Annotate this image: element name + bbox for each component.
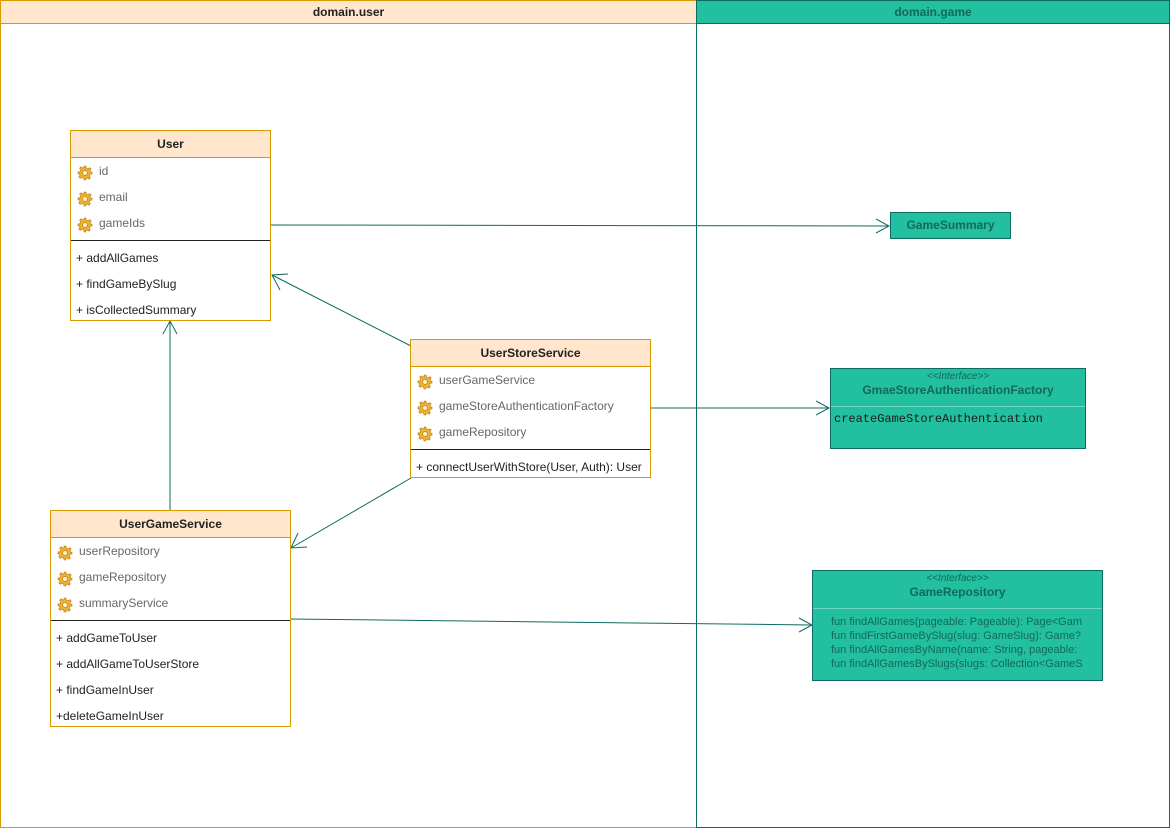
attribute-row: userRepository <box>51 538 290 564</box>
gear-icon <box>417 399 433 416</box>
operation-row: + addAllGameToUserStore <box>56 657 200 671</box>
operation-row: + addGameToUser <box>56 631 158 645</box>
attribute-row: gameStoreAuthenticationFactory <box>411 393 650 419</box>
class-title: GameSummary <box>906 218 995 232</box>
stereotype-label: <<Interface>> <box>926 371 990 382</box>
class-divider <box>411 449 650 450</box>
gear-icon <box>57 570 73 587</box>
class-divider <box>51 620 290 621</box>
class-title: User <box>71 131 270 158</box>
arrow-userstore-to-usergame <box>290 477 412 549</box>
interface-method: fun findAllGames(pageable: Pageable): Pa… <box>831 616 1083 628</box>
operation-row: + findGameBySlug <box>76 277 177 291</box>
interface-auth-factory[interactable]: <<Interface>> GmaeStoreAuthenticationFac… <box>830 368 1086 449</box>
attribute-row: summaryService <box>51 590 290 616</box>
operation-row: + findGameInUser <box>56 683 154 697</box>
interface-game-repository[interactable]: <<Interface>> GameRepository fun findAll… <box>812 570 1103 681</box>
class-user-game-service[interactable]: UserGameService userRepository gameRepos… <box>50 510 291 727</box>
operation-row: + isCollectedSummary <box>76 303 197 317</box>
interface-methods: fun findAllGames(pageable: Pageable): Pa… <box>813 609 1102 671</box>
stereotype-label: <<Interface>> <box>926 573 989 584</box>
gear-icon <box>57 544 73 561</box>
interface-method: fun findFirstGameBySlug(slug: GameSlug):… <box>831 630 1082 642</box>
interface-method: createGameStoreAuthentication <box>834 412 1043 426</box>
attribute-row: id <box>71 158 270 184</box>
operation-row: +deleteGameInUser <box>56 709 164 723</box>
interface-method: fun findAllGamesBySlugs(slugs: Collectio… <box>831 658 1083 670</box>
gear-icon <box>77 216 93 233</box>
class-divider <box>71 240 270 241</box>
interface-method: fun findAllGamesByName(name: String, pag… <box>831 644 1078 656</box>
class-user[interactable]: User id email gameIds + addAllGames + fi… <box>70 130 271 321</box>
attribute-row: gameRepository <box>51 564 290 590</box>
operation-row: + connectUserWithStore(User, Auth): User <box>416 460 642 474</box>
gear-icon <box>77 190 93 207</box>
interface-title: GameRepository <box>909 585 1006 599</box>
class-title: UserGameService <box>51 511 290 538</box>
class-user-store-service[interactable]: UserStoreService userGameService gameSto… <box>410 339 651 478</box>
gear-icon <box>77 164 93 181</box>
attribute-row: email <box>71 184 270 210</box>
attribute-row: userGameService <box>411 367 650 393</box>
interface-title: GmaeStoreAuthenticationFactory <box>862 383 1054 397</box>
gear-icon <box>57 596 73 613</box>
arrow-usergame-to-gamerepository <box>289 618 813 626</box>
arrow-user-to-gamesummary <box>269 224 890 227</box>
arrow-userstore-to-user <box>271 274 412 347</box>
attribute-row: gameIds <box>71 210 270 236</box>
operation-row: + addAllGames <box>76 251 159 265</box>
attribute-row: gameRepository <box>411 419 650 445</box>
class-game-summary[interactable]: GameSummary <box>890 212 1011 239</box>
gear-icon <box>417 425 433 442</box>
class-title: UserStoreService <box>411 340 650 367</box>
gear-icon <box>417 373 433 390</box>
